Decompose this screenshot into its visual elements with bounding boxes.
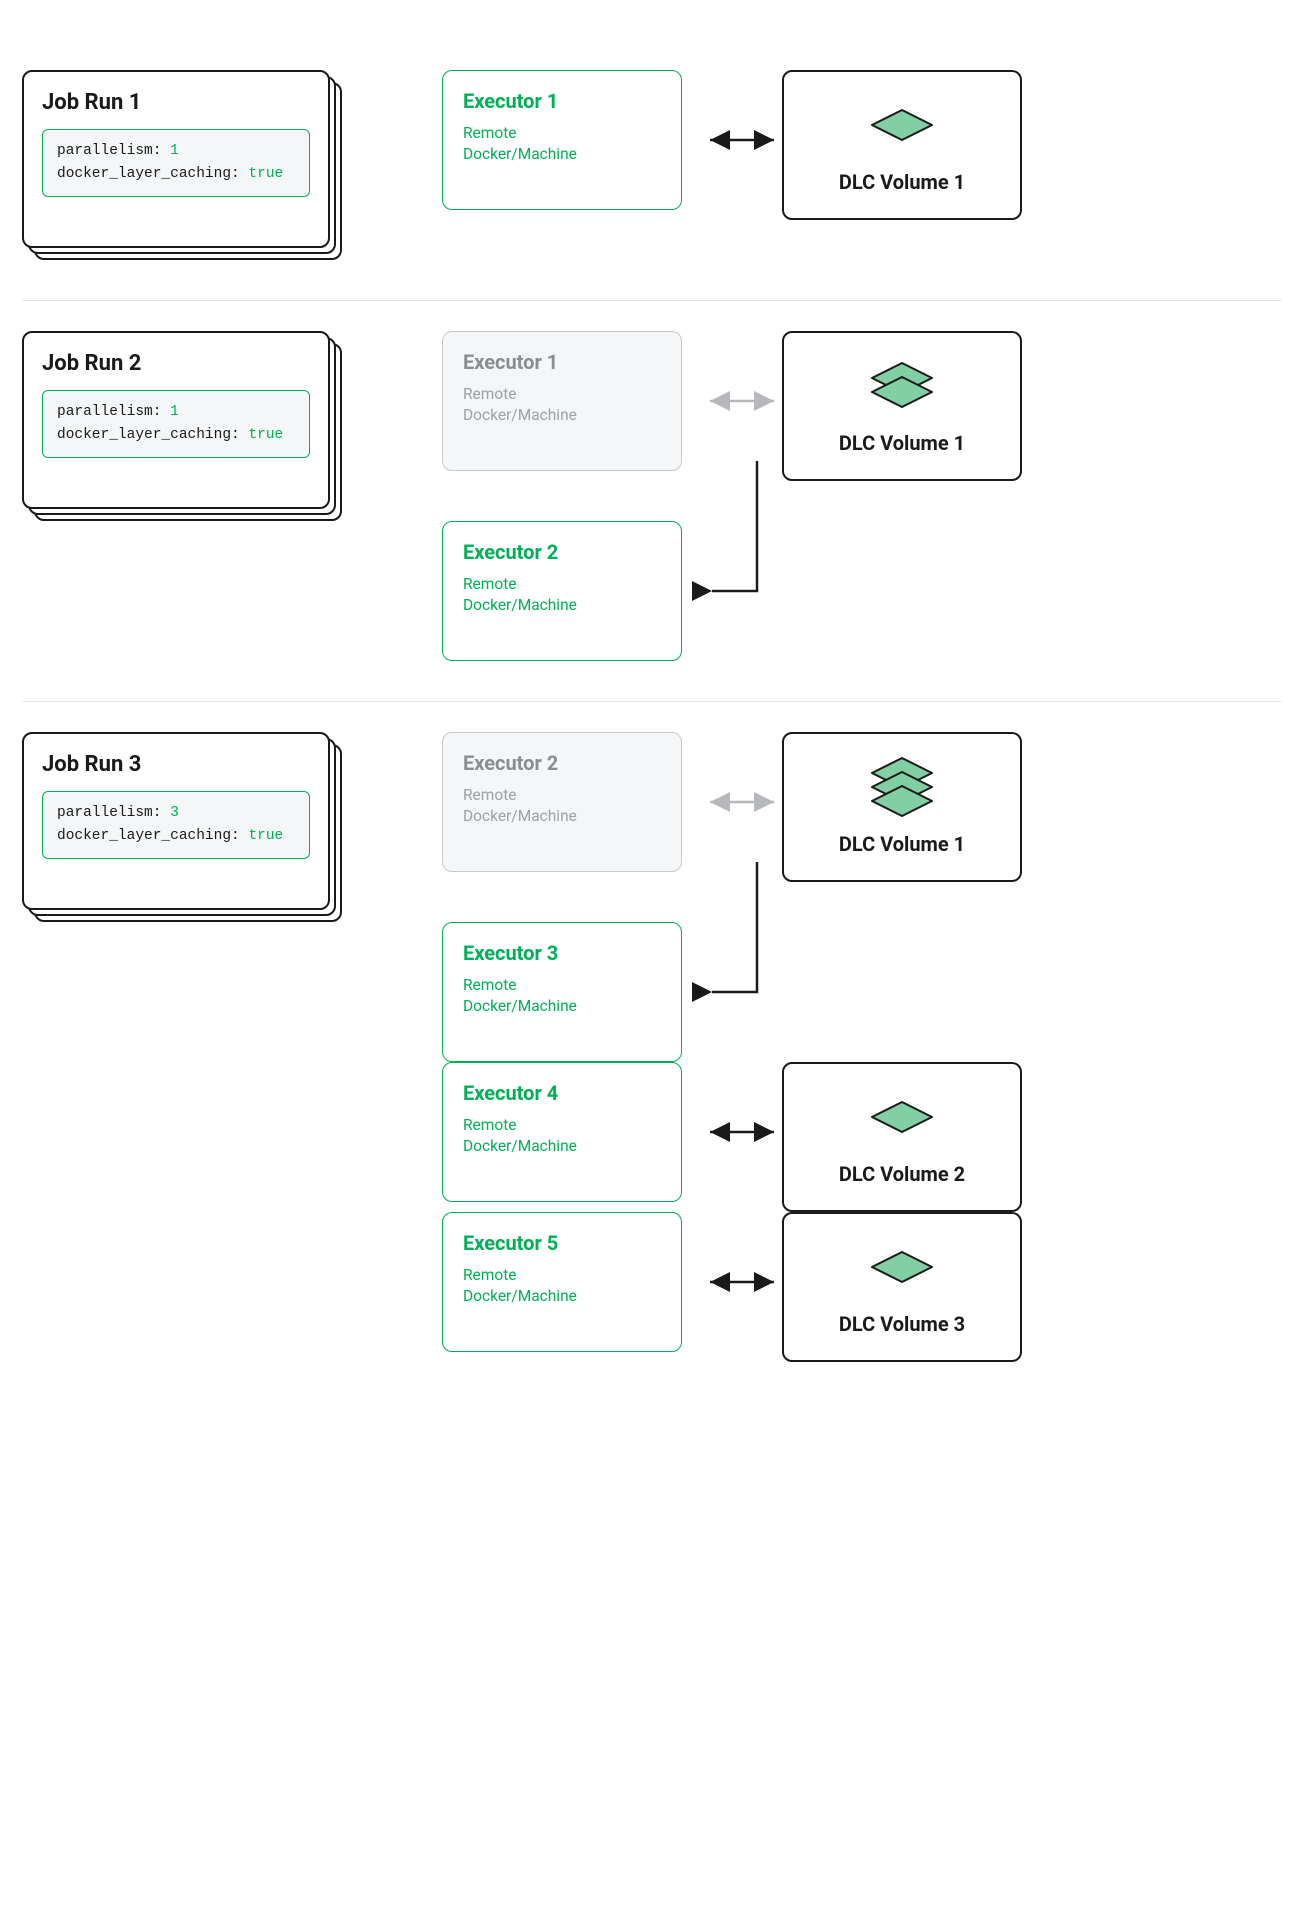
executor-title: Executor 5	[463, 1231, 661, 1255]
dlc-volume-card: DLC Volume 3	[782, 1212, 1022, 1362]
executor-title: Executor 4	[463, 1081, 661, 1105]
dlc-volume-title: DLC Volume 3	[839, 1312, 965, 1336]
executor-title: Executor 1	[463, 350, 661, 374]
executor-subtitle: RemoteDocker/Machine	[463, 975, 661, 1017]
executor-subtitle: RemoteDocker/Machine	[463, 574, 661, 616]
bidirectional-arrow-icon	[702, 1062, 782, 1202]
layer-stack-icon	[860, 353, 944, 417]
job-run-title: Job Run 2	[42, 351, 310, 376]
job-run-title: Job Run 3	[42, 752, 310, 777]
dlc-volume-card: DLC Volume 1	[782, 70, 1022, 220]
diagram-section: Job Run 2 parallelism: 1 docker_layer_ca…	[22, 301, 1282, 701]
job-config-code: parallelism: 3 docker_layer_caching: tru…	[42, 791, 310, 859]
dlc-volume-card: DLC Volume 2	[782, 1062, 1022, 1212]
job-run-card: Job Run 2 parallelism: 1 docker_layer_ca…	[22, 331, 342, 521]
dlc-volume-card: DLC Volume 1	[782, 732, 1022, 882]
executor-card: Executor 4 RemoteDocker/Machine	[442, 1062, 682, 1202]
executor-card: Executor 3 RemoteDocker/Machine	[442, 922, 682, 1062]
job-config-code: parallelism: 1 docker_layer_caching: tru…	[42, 129, 310, 197]
executor-title: Executor 3	[463, 941, 661, 965]
bidirectional-arrow-icon	[702, 1212, 782, 1352]
dlc-volume-title: DLC Volume 1	[839, 832, 965, 856]
executor-subtitle: RemoteDocker/Machine	[463, 384, 661, 426]
layer-stack-icon	[860, 754, 944, 818]
dlc-volume-title: DLC Volume 1	[839, 431, 965, 455]
layer-stack-icon	[860, 92, 944, 156]
executor-card: Executor 1 RemoteDocker/Machine	[442, 70, 682, 210]
executor-title: Executor 2	[463, 540, 661, 564]
diagram-section: Job Run 1 parallelism: 1 docker_layer_ca…	[22, 40, 1282, 300]
executor-subtitle: RemoteDocker/Machine	[463, 1115, 661, 1157]
job-run-title: Job Run 1	[42, 90, 310, 115]
dlc-volume-card: DLC Volume 1	[782, 331, 1022, 481]
job-run-card: Job Run 1 parallelism: 1 docker_layer_ca…	[22, 70, 342, 260]
executor-title: Executor 2	[463, 751, 661, 775]
executor-subtitle: RemoteDocker/Machine	[463, 785, 661, 827]
executor-subtitle: RemoteDocker/Machine	[463, 1265, 661, 1307]
dlc-volume-title: DLC Volume 2	[839, 1162, 965, 1186]
layer-stack-icon	[860, 1084, 944, 1148]
job-config-code: parallelism: 1 docker_layer_caching: tru…	[42, 390, 310, 458]
bidirectional-arrow-icon	[702, 70, 782, 210]
executor-card: Executor 5 RemoteDocker/Machine	[442, 1212, 682, 1352]
elbow-arrow-icon	[702, 521, 782, 661]
bidirectional-arrow-icon	[702, 331, 782, 471]
executor-card: Executor 2 RemoteDocker/Machine	[442, 521, 682, 661]
executor-title: Executor 1	[463, 89, 661, 113]
job-run-card: Job Run 3 parallelism: 3 docker_layer_ca…	[22, 732, 342, 922]
executor-card: Executor 1 RemoteDocker/Machine	[442, 331, 682, 471]
diagram-section: Job Run 3 parallelism: 3 docker_layer_ca…	[22, 702, 1282, 1402]
dlc-volume-title: DLC Volume 1	[839, 170, 965, 194]
elbow-arrow-icon	[702, 922, 782, 1062]
executor-subtitle: RemoteDocker/Machine	[463, 123, 661, 165]
bidirectional-arrow-icon	[702, 732, 782, 872]
layer-stack-icon	[860, 1234, 944, 1298]
executor-card: Executor 2 RemoteDocker/Machine	[442, 732, 682, 872]
